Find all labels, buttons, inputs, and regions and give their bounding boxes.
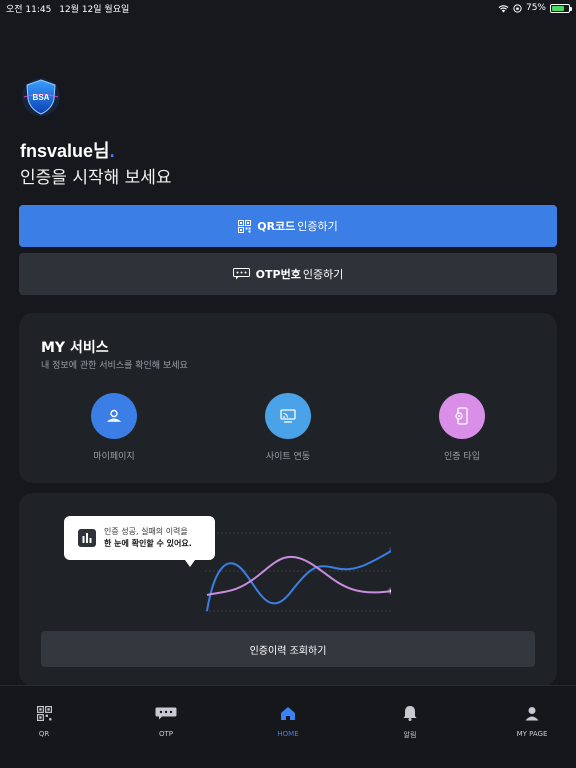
qr-auth-label: QR코드 인증하기 [257,218,338,234]
otp-auth-label-bold: OTP번호 [255,268,301,281]
bar-chart-icon [78,529,96,547]
orientation-lock-icon [513,3,522,13]
service-label-site-link: 사이트 연동 [265,452,311,462]
auth-history-card: 인증 성공, 실패의 이력을 한 눈에 확인할 수 있어요. 인증이력 조회하기 [19,493,557,686]
qr-icon [36,704,52,722]
tab-mypage[interactable]: MY PAGE [500,686,564,768]
otp-auth-label-rest: 인증하기 [302,268,344,281]
home-icon [280,704,296,722]
otp-icon [155,704,177,722]
status-date: 12월 12일 월요일 [59,4,130,15]
tab-label-home: HOME [277,730,299,738]
phone-gear-icon [439,393,485,439]
my-service-title: MY 서비스 [41,340,109,356]
qr-auth-label-bold: QR코드 [257,220,296,233]
status-left: 오전 11:45 12월 12일 월요일 [6,2,134,15]
tab-notifications[interactable]: 알림 [378,686,442,768]
status-time: 오전 11:45 [6,4,52,15]
my-service-card: MY 서비스 내 정보에 관한 서비스를 확인해 보세요 마이페이지 사이트 연… [19,313,557,483]
tooltip-line1: 인증 성공, 실패의 이력을 [104,527,188,536]
qr-icon [238,219,252,233]
tab-qr[interactable]: QR [12,686,76,768]
tab-label-notifications: 알림 [403,731,417,739]
battery-percent: 75% [525,3,546,13]
service-label-auth-type: 인증 타입 [444,452,480,462]
service-item-mypage[interactable]: 마이페이지 [64,393,164,462]
battery-icon [550,3,572,13]
qr-auth-label-rest: 인증하기 [297,220,338,233]
history-tooltip-text: 인증 성공, 실패의 이력을 한 눈에 확인할 수 있어요. [104,526,192,550]
auth-history-chart-illustration [205,532,391,612]
service-item-auth-type[interactable]: 인증 타입 [412,393,512,462]
tooltip-line2-bold: 한 눈에 확인할 [104,539,154,548]
tab-label-qr: QR [38,730,50,738]
service-item-site-link[interactable]: 사이트 연동 [238,393,338,462]
status-right: 75% [498,3,572,13]
bell-icon [403,704,417,722]
qr-auth-button[interactable]: QR코드 인증하기 [19,205,557,247]
tab-label-mypage: MY PAGE [516,730,548,738]
tab-otp[interactable]: OTP [134,686,198,768]
greeting-name: fnsvalue님. [20,137,115,163]
tab-home[interactable]: HOME [256,686,320,768]
user-icon [525,704,539,722]
service-label-mypage: 마이페이지 [93,452,135,462]
person-icon [91,393,137,439]
battery-fill [552,5,564,11]
history-tooltip: 인증 성공, 실패의 이력을 한 눈에 확인할 수 있어요. [64,516,215,567]
bsa-shield-logo: BSA [22,78,60,116]
wifi-icon [498,4,509,12]
view-auth-history-button[interactable]: 인증이력 조회하기 [41,631,535,667]
cast-icon [265,393,311,439]
tooltip-line2-rest: 수 있어요. [153,539,192,548]
tab-label-otp: OTP [158,730,173,738]
status-bar: 오전 11:45 12월 12일 월요일 75% [0,0,576,16]
bottom-tab-bar: QR OTP HOME 알림 MY PAGE [0,685,576,768]
greeting-username: fnsvalue님 [20,141,110,161]
greeting-subtitle: 인증을 시작해 보세요 [20,168,172,188]
otp-auth-button[interactable]: OTP번호 인증하기 [19,253,557,295]
greeting-dot: . [109,141,115,161]
otp-icon [232,268,250,280]
my-service-description: 내 정보에 관한 서비스를 확인해 보세요 [41,361,188,371]
otp-auth-label: OTP번호 인증하기 [256,266,344,282]
tooltip-line2: 한 눈에 확인할 수 있어요. [104,538,192,550]
logo-text: BSA [33,93,50,102]
